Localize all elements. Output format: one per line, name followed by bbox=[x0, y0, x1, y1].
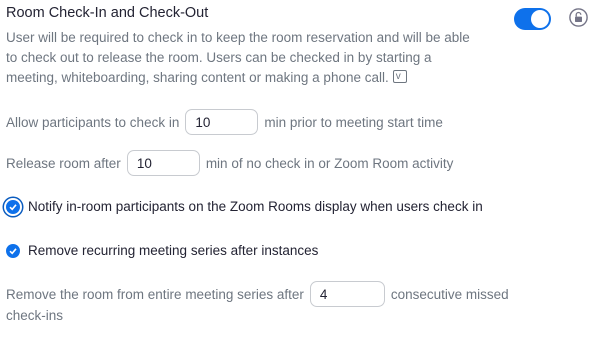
lock-icon[interactable] bbox=[569, 8, 588, 27]
remove-series-label: Remove the room from entire meeting seri… bbox=[6, 286, 304, 302]
remove-recurring-label: Remove recurring meeting series after in… bbox=[28, 243, 319, 258]
section-description: User will be required to check in to kee… bbox=[6, 28, 476, 88]
remove-series-row: Remove the room from entire meeting seri… bbox=[6, 281, 509, 307]
remove-recurring-row[interactable]: Remove recurring meeting series after in… bbox=[6, 243, 318, 258]
checkin-prior-minutes-input[interactable] bbox=[185, 109, 259, 135]
notify-checkbox[interactable] bbox=[6, 199, 20, 214]
release-room-row: Release room after min of no check in or… bbox=[6, 150, 453, 176]
section-title: Room Check-In and Check-Out bbox=[6, 5, 209, 21]
release-room-minutes-input[interactable] bbox=[126, 150, 200, 176]
remove-series-count-input[interactable] bbox=[309, 281, 385, 307]
checkin-prior-row: Allow participants to check in min prior… bbox=[6, 109, 443, 135]
remove-series-suffix: consecutive missed bbox=[390, 286, 509, 302]
notify-label: Notify in-room participants on the Zoom … bbox=[28, 199, 483, 214]
notify-option-row[interactable]: Notify in-room participants on the Zoom … bbox=[6, 199, 483, 214]
info-expand-icon[interactable] bbox=[392, 67, 407, 87]
checkin-prior-suffix: min prior to meeting start time bbox=[264, 114, 443, 130]
remove-recurring-checkbox[interactable] bbox=[6, 243, 20, 258]
release-room-label: Release room after bbox=[6, 155, 121, 171]
check-in-toggle[interactable] bbox=[514, 8, 551, 30]
release-room-suffix: min of no check in or Zoom Room activity bbox=[205, 155, 454, 171]
checkmark-icon bbox=[9, 203, 17, 210]
remove-series-suffix-wrap: check-ins bbox=[6, 308, 64, 323]
checkmark-icon bbox=[9, 247, 17, 254]
toggle-knob bbox=[531, 10, 549, 28]
checkin-prior-label: Allow participants to check in bbox=[6, 114, 180, 130]
